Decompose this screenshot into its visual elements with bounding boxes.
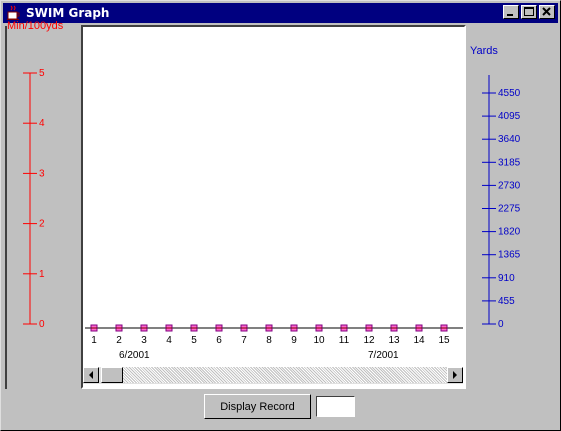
arrow-left-icon — [89, 371, 93, 379]
right-axis-tick-label: 3185 — [498, 157, 521, 168]
x-axis-day-label: 1 — [91, 335, 97, 346]
left-axis-tick-label: 3 — [39, 168, 45, 179]
x-axis-day-label: 5 — [191, 335, 197, 346]
scroll-right-button[interactable] — [447, 367, 463, 383]
left-axis-tick-label: 0 — [39, 319, 45, 330]
month-label: 7/2001 — [368, 350, 399, 361]
x-axis-day-label: 8 — [266, 335, 272, 346]
left-axis-tick-label: 2 — [39, 219, 45, 230]
right-axis-tick-label: 3640 — [498, 134, 521, 145]
month-label: 6/2001 — [119, 350, 150, 361]
right-axis-tick-label: 2275 — [498, 204, 521, 215]
x-axis-day-label: 10 — [313, 335, 325, 346]
x-axis-day-label: 3 — [141, 335, 147, 346]
left-axis-tick-label: 1 — [39, 269, 45, 280]
x-axis-day-label: 2 — [116, 335, 122, 346]
right-axis-tick-label: 4550 — [498, 88, 521, 99]
scroll-track[interactable] — [123, 367, 447, 383]
right-axis-tick-label: 0 — [498, 319, 504, 330]
right-axis-tick-label: 1365 — [498, 250, 521, 261]
x-axis-day-label: 15 — [438, 335, 450, 346]
left-axis-tick-label: 5 — [39, 68, 45, 79]
x-axis-day-label: 9 — [291, 335, 297, 346]
right-axis-tick-label: 910 — [498, 273, 515, 284]
x-axis-day-label: 14 — [413, 335, 425, 346]
right-axis-tick-label: 1820 — [498, 227, 521, 238]
arrow-right-icon — [453, 371, 457, 379]
record-field[interactable] — [316, 396, 355, 417]
x-axis-day-label: 7 — [241, 335, 247, 346]
left-axis-tick-label: 4 — [39, 118, 45, 129]
x-axis-day-label: 12 — [363, 335, 375, 346]
display-record-button[interactable]: Display Record — [204, 394, 311, 419]
x-axis-day-label: 6 — [216, 335, 222, 346]
x-axis-day-label: 4 — [166, 335, 172, 346]
right-axis-tick-label: 2730 — [498, 180, 521, 191]
scroll-thumb[interactable] — [101, 367, 123, 383]
x-axis-day-label: 11 — [339, 335, 350, 346]
swim-graph-window: SWIM Graph Min/100yds Yards 5 4 3 2 1 0 4550 40… — [0, 0, 561, 431]
horizontal-scrollbar[interactable] — [83, 367, 463, 384]
right-axis-tick-label: 4095 — [498, 111, 521, 122]
x-axis-day-label: 13 — [388, 335, 400, 346]
right-axis-tick-label: 455 — [498, 296, 515, 307]
scroll-left-button[interactable] — [83, 367, 99, 383]
